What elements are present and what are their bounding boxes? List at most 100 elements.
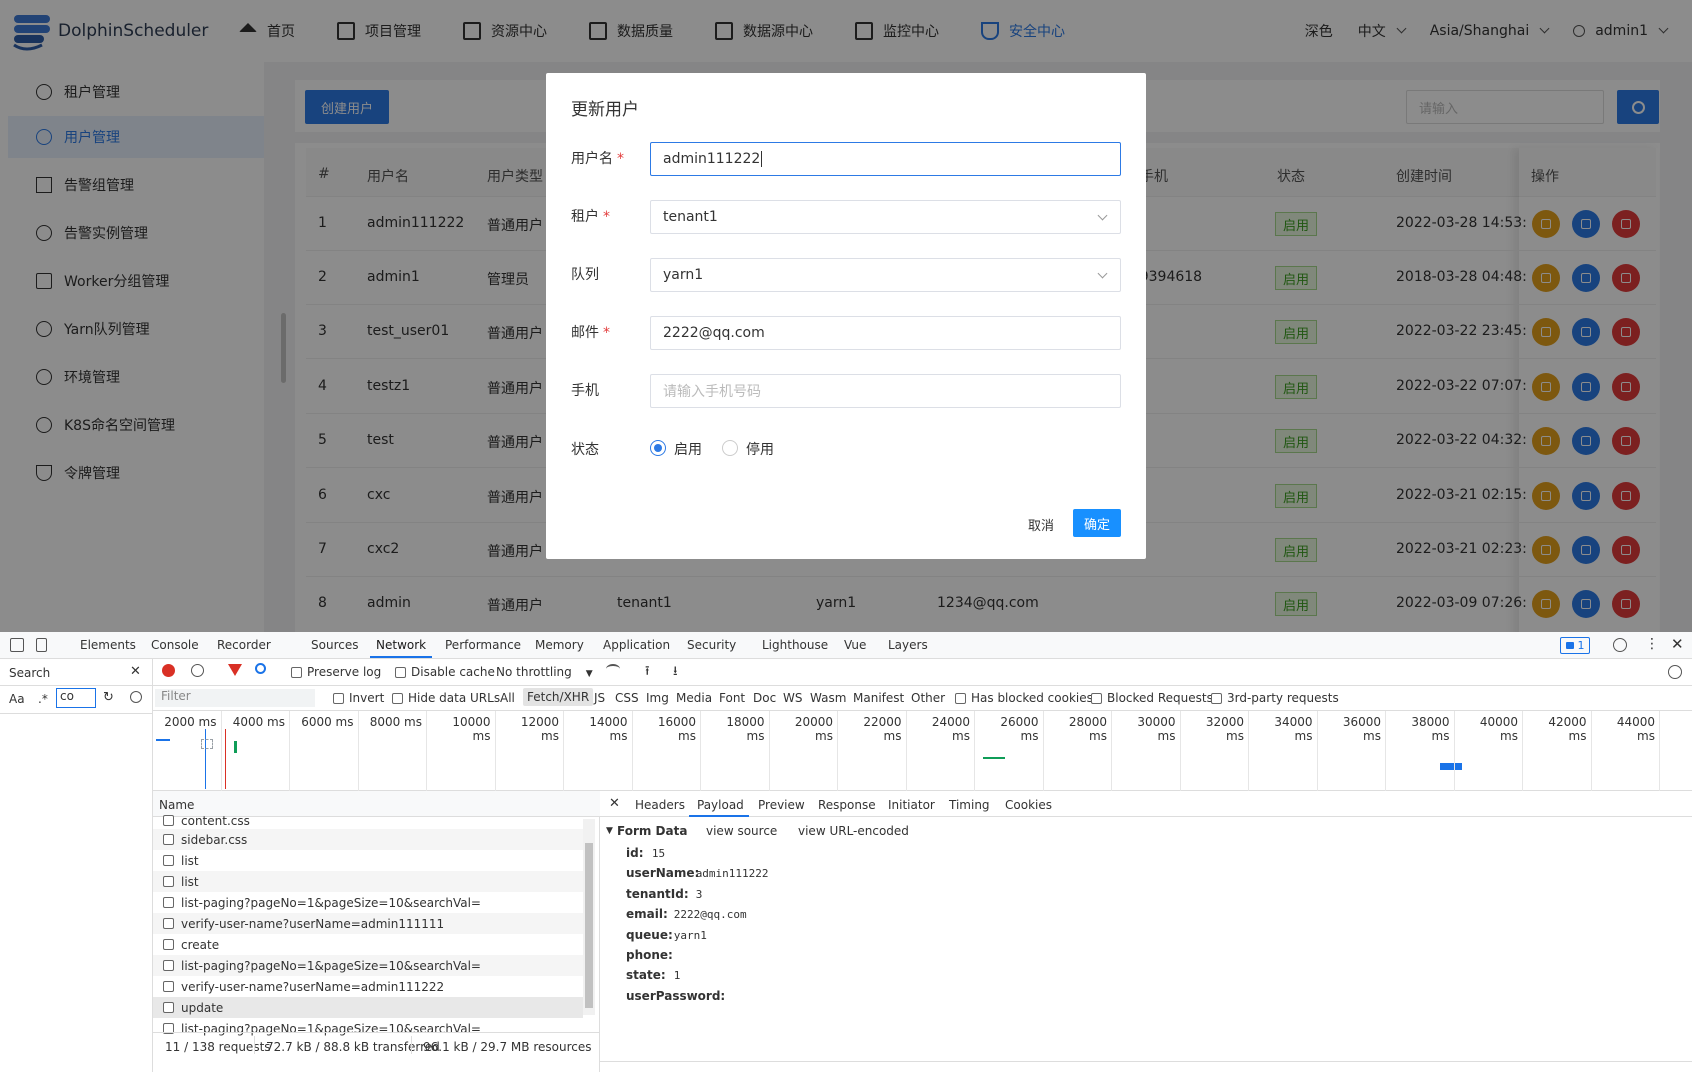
- regex-toggle[interactable]: .*: [38, 692, 48, 706]
- request-row[interactable]: list: [153, 850, 583, 871]
- tab-layers[interactable]: Layers: [888, 638, 928, 652]
- type-wasm[interactable]: Wasm: [810, 691, 846, 705]
- view-source-link[interactable]: view source: [706, 824, 777, 838]
- detail-tab-initiator[interactable]: Initiator: [888, 798, 935, 812]
- wifi-icon[interactable]: [606, 664, 620, 674]
- tab-security[interactable]: Security: [687, 638, 736, 652]
- issues-badge[interactable]: 1: [1560, 637, 1590, 654]
- request-row[interactable]: create: [153, 934, 583, 955]
- tab-network[interactable]: Network: [376, 638, 426, 652]
- request-row[interactable]: verify-user-name?userName=admin111222: [153, 976, 583, 997]
- tab-elements[interactable]: Elements: [80, 638, 136, 652]
- confirm-button[interactable]: 确定: [1073, 509, 1121, 537]
- device-toolbar-icon[interactable]: [36, 638, 47, 652]
- tenant-select[interactable]: tenant1: [650, 200, 1121, 234]
- close-icon[interactable]: ✕: [1671, 635, 1684, 653]
- dom-content-loaded-marker: [205, 729, 206, 789]
- status-enabled-label[interactable]: 启用: [674, 439, 702, 459]
- network-settings-icon[interactable]: [1668, 665, 1682, 679]
- request-list-scrollbar[interactable]: [583, 819, 595, 1015]
- filter-icon[interactable]: [228, 664, 242, 676]
- blocked-cookies-checkbox[interactable]: Has blocked cookies: [955, 691, 1093, 705]
- filter-input[interactable]: Filter: [155, 689, 315, 707]
- type-all[interactable]: All: [500, 691, 515, 705]
- hide-data-urls-checkbox[interactable]: Hide data URLs: [392, 691, 500, 705]
- type-other[interactable]: Other: [911, 691, 945, 705]
- type-img[interactable]: Img: [646, 691, 669, 705]
- more-options-icon[interactable]: ⋮: [1645, 636, 1659, 652]
- third-party-checkbox[interactable]: 3rd-party requests: [1211, 691, 1339, 705]
- network-overview-timeline[interactable]: 2000 ms 4000 ms 6000 ms 8000 ms 10000 ms 1200…: [153, 711, 1692, 791]
- timeline-label: 4000 ms: [232, 715, 285, 729]
- search-query-input[interactable]: co: [56, 688, 96, 708]
- disable-cache-checkbox[interactable]: Disable cache: [395, 665, 495, 679]
- search-icon[interactable]: [255, 663, 266, 674]
- blocked-requests-checkbox[interactable]: Blocked Requests: [1091, 691, 1213, 705]
- timeline-gridline: [768, 711, 770, 791]
- close-detail-icon[interactable]: ✕: [609, 796, 620, 811]
- tab-lighthouse[interactable]: Lighthouse: [762, 638, 828, 652]
- detail-tab-timing[interactable]: Timing: [949, 798, 990, 812]
- detail-tab-cookies[interactable]: Cookies: [1005, 798, 1052, 812]
- collapse-triangle-icon[interactable]: ▼: [606, 826, 613, 836]
- status-enabled-radio[interactable]: [650, 440, 666, 456]
- invert-checkbox[interactable]: Invert: [333, 691, 384, 705]
- view-url-encoded-link[interactable]: view URL-encoded: [798, 824, 909, 838]
- upload-icon[interactable]: ⭱: [645, 662, 650, 684]
- detail-tab-preview[interactable]: Preview: [758, 798, 805, 812]
- tab-recorder[interactable]: Recorder: [217, 638, 271, 652]
- request-row[interactable]: content.css: [153, 810, 583, 831]
- type-css[interactable]: CSS: [615, 691, 639, 705]
- tab-memory[interactable]: Memory: [535, 638, 584, 652]
- scrollbar-thumb[interactable]: [585, 843, 593, 1008]
- status-disabled-radio[interactable]: [722, 440, 738, 456]
- type-font[interactable]: Font: [719, 691, 745, 705]
- request-row[interactable]: list: [153, 871, 583, 892]
- type-ws[interactable]: WS: [783, 691, 802, 705]
- download-icon[interactable]: ⭳: [673, 662, 678, 684]
- request-row[interactable]: sidebar.css: [153, 829, 583, 850]
- request-bar: [983, 757, 1005, 759]
- type-media[interactable]: Media: [676, 691, 712, 705]
- clear-icon[interactable]: [191, 664, 204, 677]
- phone-field[interactable]: 请输入手机号码: [650, 374, 1121, 408]
- tab-application[interactable]: Application: [603, 638, 670, 652]
- tab-vue[interactable]: Vue: [844, 638, 866, 652]
- type-doc[interactable]: Doc: [753, 691, 776, 705]
- inspect-icon[interactable]: [10, 638, 24, 652]
- refresh-icon[interactable]: ↻: [103, 690, 114, 705]
- request-row[interactable]: verify-user-name?userName=admin111111: [153, 913, 583, 934]
- close-search-icon[interactable]: ✕: [130, 664, 141, 679]
- queue-select[interactable]: yarn1: [650, 258, 1121, 292]
- tab-sources[interactable]: Sources: [311, 638, 358, 652]
- request-row[interactable]: list-paging?pageNo=1&pageSize=10&searchV…: [153, 892, 583, 913]
- form-data-title[interactable]: Form Data: [617, 824, 687, 838]
- clear-search-icon[interactable]: [130, 691, 142, 703]
- timeline-gridline: [1385, 711, 1386, 791]
- record-icon[interactable]: [162, 664, 175, 677]
- detail-tab-response[interactable]: Response: [818, 798, 876, 812]
- label-text: 状态: [571, 442, 599, 458]
- throttling-select[interactable]: No throttling ▼: [496, 665, 593, 679]
- filter-placeholder: Filter: [161, 689, 191, 703]
- request-name: list: [181, 853, 199, 868]
- type-manifest[interactable]: Manifest: [853, 691, 904, 705]
- timeline-label: 34000 ms: [1274, 715, 1313, 743]
- detail-tab-headers[interactable]: Headers: [635, 798, 685, 812]
- username-field[interactable]: admin111222: [650, 142, 1121, 176]
- tab-performance[interactable]: Performance: [445, 638, 521, 652]
- status-disabled-label[interactable]: 停用: [746, 439, 774, 459]
- request-row[interactable]: update: [153, 997, 583, 1018]
- type-fetch-xhr[interactable]: Fetch/XHR: [523, 688, 594, 706]
- timeline-label: 24000 ms: [931, 715, 970, 743]
- preserve-log-checkbox[interactable]: Preserve log: [291, 665, 381, 679]
- cancel-button[interactable]: 取消: [1016, 510, 1066, 538]
- request-row[interactable]: list-paging?pageNo=1&pageSize=10&searchV…: [153, 955, 583, 976]
- type-js[interactable]: JS: [594, 691, 605, 705]
- tab-console[interactable]: Console: [151, 638, 199, 652]
- form-data-key: phone:: [626, 948, 673, 962]
- match-case-toggle[interactable]: Aa: [9, 692, 25, 706]
- detail-tab-payload[interactable]: Payload: [697, 798, 744, 812]
- email-field[interactable]: 2222@qq.com: [650, 316, 1121, 350]
- settings-icon[interactable]: [1613, 638, 1627, 652]
